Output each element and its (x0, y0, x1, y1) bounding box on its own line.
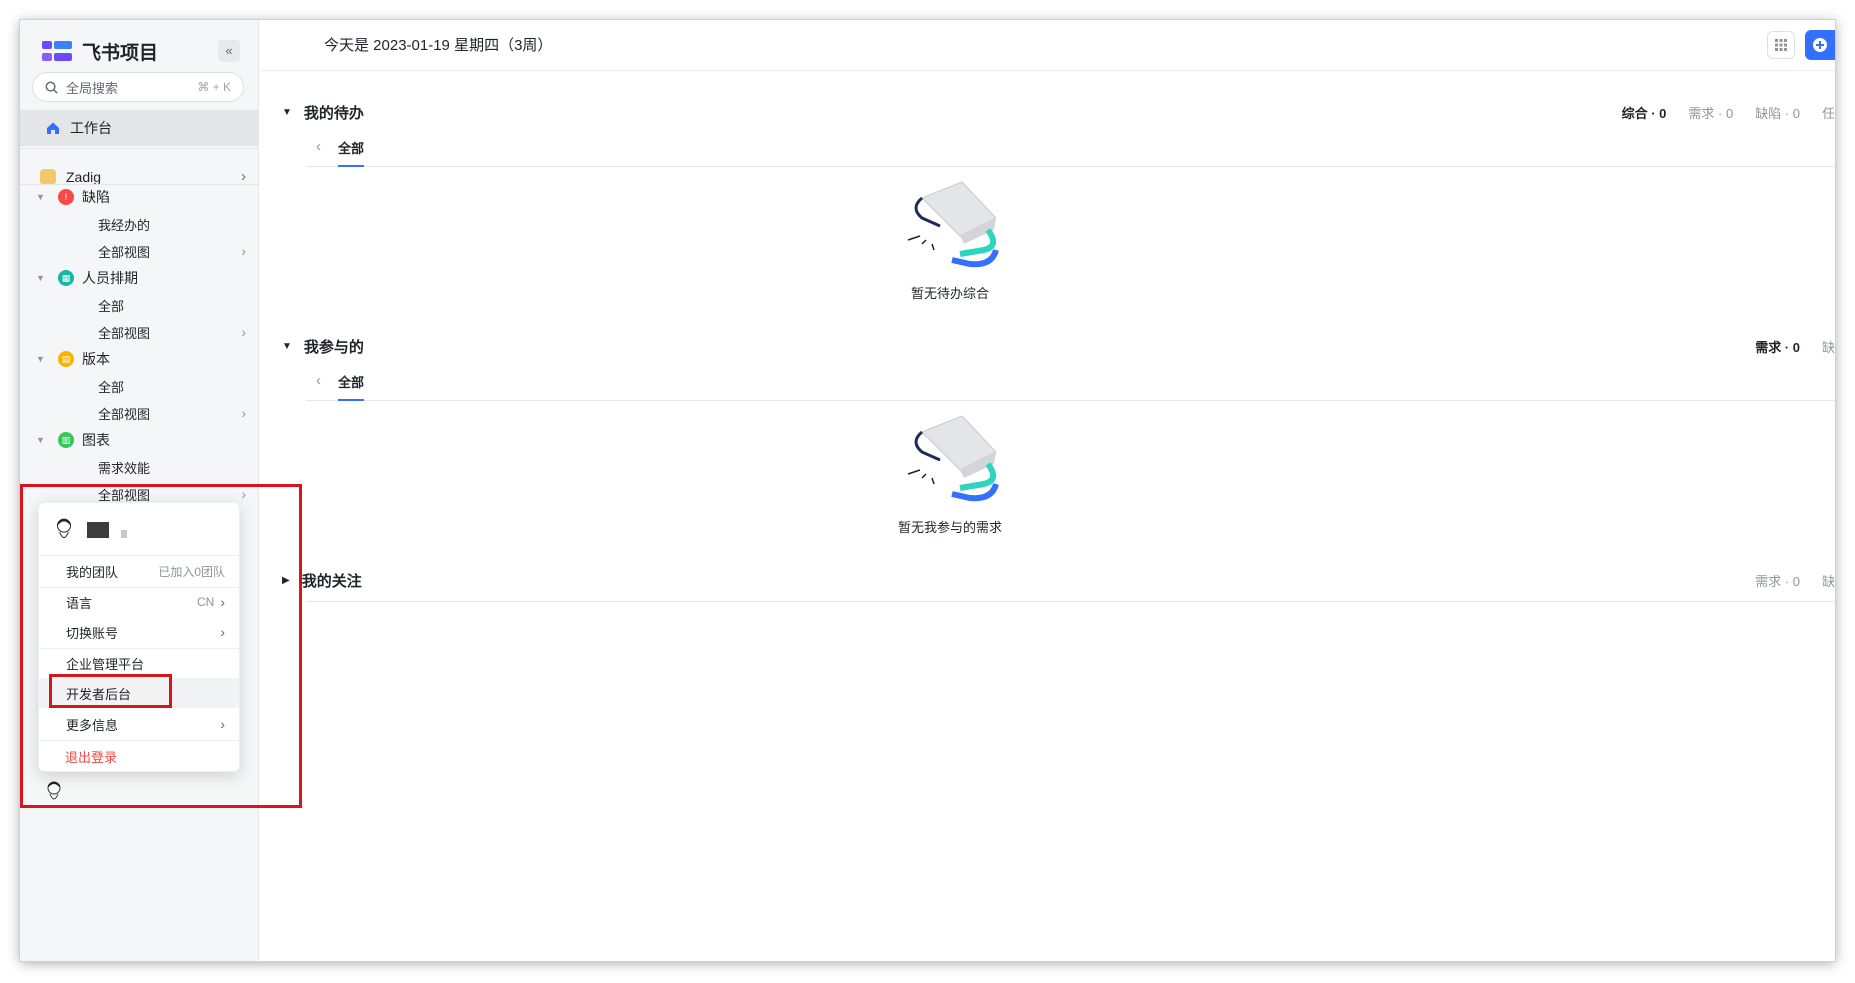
caret-down-icon: ▼ (282, 341, 292, 352)
empty-caption: 暂无我参与的需求 (897, 520, 1002, 535)
sidebar-group-chart[interactable]: ▼ ▥ 图表 (36, 427, 246, 453)
version-icon: ▤ (58, 351, 74, 367)
caret-down-icon: ▼ (36, 435, 45, 445)
section-title: 我的待办 (303, 105, 364, 122)
app-name: 飞书项目 (82, 43, 159, 64)
chevron-left-icon[interactable]: ‹ (316, 372, 321, 389)
item-label: 我经办的 (98, 217, 151, 233)
tab-all[interactable]: 全部 (338, 138, 365, 167)
bug-icon: ! (58, 189, 74, 205)
divider (20, 148, 258, 149)
group-label: 人员排期 (82, 270, 138, 286)
space-switcher[interactable]: Zadig › (40, 168, 246, 185)
top-bar: 今天是 2023-01-19 星期四（3周） (258, 20, 1835, 71)
section-participated-header[interactable]: ▼ 我参与的 (282, 336, 364, 357)
stat-demand[interactable]: 需求 · 0 (1755, 337, 1800, 356)
stat-demand[interactable]: 需求 · 0 (1755, 571, 1800, 590)
app-logo[interactable]: 飞书项目 (42, 38, 158, 65)
collapse-sidebar-button[interactable]: « (218, 40, 240, 62)
chart-icon: ▥ (58, 432, 74, 448)
search-shortcut: ⌘ + K (197, 80, 231, 94)
space-name: Zadig (66, 168, 102, 185)
section-title: 我参与的 (303, 339, 364, 356)
divider (306, 601, 1835, 602)
stat-overall[interactable]: 综合 · 0 (1622, 103, 1667, 122)
chevron-right-icon: › (241, 243, 246, 259)
caret-down-icon: ▼ (36, 273, 45, 283)
apps-grid-button[interactable] (1767, 31, 1795, 59)
logo-icon (42, 39, 72, 65)
item-label: 需求效能 (98, 460, 151, 476)
group-label: 缺陷 (82, 189, 110, 205)
chevron-left-icon[interactable]: ‹ (316, 138, 321, 155)
chevron-right-icon: › (241, 168, 246, 185)
sidebar-item-all[interactable]: 全部 (98, 373, 246, 399)
sidebar-item-demand-efficiency[interactable]: 需求效能 (98, 454, 246, 480)
stat-defect[interactable]: 缺 (1822, 337, 1835, 356)
calendar-grid-icon: ▦ (58, 270, 74, 286)
highlight-box-developer-console (49, 674, 172, 708)
caret-down-icon: ▼ (282, 107, 292, 118)
stat-task[interactable]: 任 (1822, 103, 1835, 122)
space-icon (40, 168, 56, 185)
item-label: 全部 (98, 379, 125, 395)
chevron-right-icon: › (241, 405, 246, 421)
following-stats: 需求 · 0 缺 (1755, 571, 1835, 590)
home-icon (47, 122, 59, 134)
stat-defect[interactable]: 缺 (1822, 571, 1835, 590)
grid-icon (1775, 39, 1787, 51)
todo-empty-state: 暂无待办综合 (890, 178, 1010, 302)
item-label: 全部 (98, 298, 125, 314)
item-label: 全部视图 (98, 244, 151, 260)
section-todo-header[interactable]: ▼ 我的待办 (282, 102, 364, 123)
todo-stats: 综合 · 0 需求 · 0 缺陷 · 0 任 (1622, 103, 1835, 122)
group-label: 版本 (82, 351, 110, 367)
stat-defect[interactable]: 缺陷 · 0 (1755, 103, 1800, 122)
plus-circle-icon (1813, 38, 1827, 52)
workbench-label: 工作台 (70, 120, 112, 136)
chevron-right-icon: › (241, 324, 246, 340)
group-label: 图表 (82, 432, 110, 448)
sidebar-item-all-views[interactable]: 全部视图 › (98, 400, 246, 426)
sidebar-item-all-views[interactable]: 全部视图 › (98, 319, 246, 345)
section-title: 我的关注 (301, 573, 362, 590)
participated-tab-row: ‹ 全部 (306, 364, 1835, 401)
empty-caption: 暂无待办综合 (910, 286, 989, 301)
tab-all[interactable]: 全部 (338, 372, 365, 401)
sidebar-item-my-handled[interactable]: 我经办的 (98, 211, 246, 237)
caret-down-icon: ▼ (36, 192, 45, 202)
sidebar-group-defect[interactable]: ▼ ! 缺陷 (36, 184, 246, 210)
sidebar-group-version[interactable]: ▼ ▤ 版本 (36, 346, 246, 372)
date-display: 今天是 2023-01-19 星期四（3周） (324, 37, 553, 54)
global-search[interactable]: 全局搜索 ⌘ + K (32, 72, 244, 102)
search-icon (45, 81, 58, 94)
item-label: 全部视图 (98, 325, 151, 341)
item-label: 全部视图 (98, 406, 151, 422)
app-window: 飞书项目 « 全局搜索 ⌘ + K 工作台 Zadig › ▼ ! 缺陷 我经办… (20, 20, 1835, 961)
stat-demand[interactable]: 需求 · 0 (1688, 103, 1733, 122)
participated-empty-state: 暂无我参与的需求 (890, 412, 1010, 536)
sidebar-item-workbench[interactable]: 工作台 (20, 110, 258, 146)
sidebar-item-all[interactable]: 全部 (98, 292, 246, 318)
empty-box-illustration (907, 415, 999, 502)
sidebar-group-schedule[interactable]: ▼ ▦ 人员排期 (36, 265, 246, 291)
empty-box-illustration (907, 181, 999, 268)
highlight-box-menu (20, 484, 302, 808)
create-button[interactable] (1805, 30, 1835, 60)
todo-tab-row: ‹ 全部 (306, 130, 1835, 167)
caret-down-icon: ▼ (36, 354, 45, 364)
search-placeholder: 全局搜索 (66, 80, 119, 96)
sidebar-item-all-views[interactable]: 全部视图 › (98, 238, 246, 264)
participated-stats: 需求 · 0 缺 (1755, 337, 1835, 356)
